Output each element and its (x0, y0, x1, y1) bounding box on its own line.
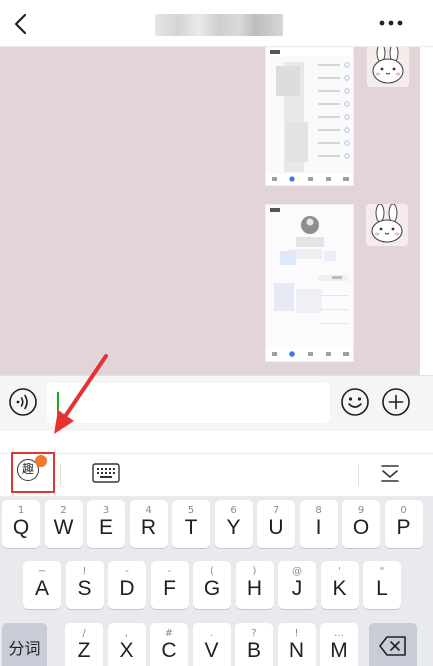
key-label: T (184, 516, 198, 539)
key-t[interactable]: 5T (172, 500, 210, 548)
voice-input-button[interactable] (8, 387, 38, 417)
key-h[interactable]: ) H (235, 561, 274, 609)
key-label: Q (12, 516, 30, 539)
message-image[interactable] (265, 204, 354, 362)
key-z[interactable]: / Z (65, 623, 103, 666)
nav-bar (0, 0, 433, 47)
contact-avatar[interactable] (366, 204, 408, 246)
key-g[interactable]: (G (193, 561, 231, 609)
key-m[interactable]: … M (320, 623, 358, 666)
key-e[interactable]: 3E (87, 500, 125, 548)
key-label: D (119, 577, 135, 600)
fenci-key[interactable]: 分词 (2, 623, 47, 666)
bunny-sticker-avatar (367, 47, 409, 87)
keyboard-switch-button[interactable] (92, 463, 120, 483)
key-u[interactable]: 7U (257, 500, 295, 548)
key-f[interactable]: -F (150, 561, 189, 609)
key-r[interactable]: 4R (129, 500, 168, 548)
toolbar-divider (358, 464, 359, 486)
emoji-icon (341, 388, 369, 416)
ime-candidate-strip (0, 431, 433, 454)
key-label: A (34, 577, 49, 600)
key-label: L (376, 577, 388, 600)
key-label: S (77, 577, 92, 600)
key-label: V (204, 639, 219, 662)
key-q[interactable]: 1Q (2, 500, 40, 548)
ime-keyboard: 分词 1 Q 2 W 3 E 4 R 5 T 6 Y 7 U 8 I 9 O 0 P ~ A! S - D - F(G) H @ J ' K "… (0, 496, 433, 666)
key-label: Z (77, 639, 91, 662)
key-l[interactable]: " L (363, 561, 401, 609)
chat-screen: 趣 分词 1 Q 2 W 3 E 4 R 5 T 6 Y 7 U 8 I 9 O… (0, 0, 433, 666)
text-caret (57, 392, 59, 414)
key-s[interactable]: ! S (65, 561, 104, 609)
chat-scroll-gutter (420, 47, 433, 375)
key-label: Y (226, 516, 241, 539)
key-k[interactable]: ' K (320, 561, 359, 609)
voice-icon (9, 388, 37, 416)
plus-circle-icon (382, 388, 410, 416)
key-y[interactable]: 6Y (214, 500, 253, 548)
more-functions-button[interactable] (381, 387, 411, 417)
key-label: F (163, 577, 176, 600)
chat-messages[interactable] (0, 47, 420, 375)
key-j[interactable]: @ J (278, 561, 316, 609)
key-v[interactable]: .V (192, 623, 231, 666)
key-label: I (315, 516, 322, 539)
key-label: O (352, 516, 370, 539)
key-label: P (396, 516, 411, 539)
key-label: X (119, 639, 134, 662)
more-horizontal-icon (379, 20, 403, 26)
blurred-screenshot-image (266, 205, 353, 361)
key-d[interactable]: -D (108, 561, 146, 609)
key-p[interactable]: 0P (384, 500, 423, 548)
ime-toolbar: 趣 (0, 452, 433, 496)
keyboard-icon (92, 463, 120, 483)
key-n[interactable]: ! N (277, 623, 316, 666)
message-input[interactable] (47, 383, 330, 423)
chevron-left-icon (14, 13, 27, 35)
contact-avatar[interactable] (367, 47, 409, 87)
key-label: C (161, 639, 177, 662)
key-label: M (330, 639, 348, 662)
back-button[interactable] (8, 8, 36, 40)
key-w[interactable]: 2W (44, 500, 83, 548)
collapse-keyboard-icon (381, 465, 399, 482)
key-label: N (288, 639, 305, 662)
key-label: E (98, 516, 113, 539)
fenci-key-label: 分词 (8, 639, 41, 658)
blurred-screenshot-image (266, 47, 353, 185)
collapse-keyboard-button[interactable] (378, 461, 402, 485)
toolbar-divider (60, 464, 61, 486)
key-c[interactable]: # C (150, 623, 188, 666)
message-image[interactable] (265, 47, 354, 186)
chat-title (155, 14, 283, 36)
message-input-bar (0, 375, 433, 431)
bunny-sticker-avatar (366, 204, 408, 246)
key-i[interactable]: 8I (299, 500, 338, 548)
key-label: U (268, 516, 284, 539)
key-label: R (140, 516, 157, 539)
key-label: W (53, 516, 74, 539)
key-label: K (332, 577, 347, 600)
highlight-box (11, 452, 55, 493)
key-label: H (246, 577, 263, 600)
backspace-icon (379, 636, 406, 656)
key-label: G (203, 577, 221, 600)
backspace-key[interactable] (369, 623, 417, 666)
key-b[interactable]: ? B (235, 623, 273, 666)
key-a[interactable]: ~ A (23, 561, 61, 609)
more-button[interactable] (376, 12, 406, 34)
key-label: B (246, 639, 261, 662)
key-label: J (291, 577, 303, 600)
key-o[interactable]: 9O (342, 500, 380, 548)
emoji-button[interactable] (340, 387, 370, 417)
key-x[interactable]: ,X (107, 623, 146, 666)
